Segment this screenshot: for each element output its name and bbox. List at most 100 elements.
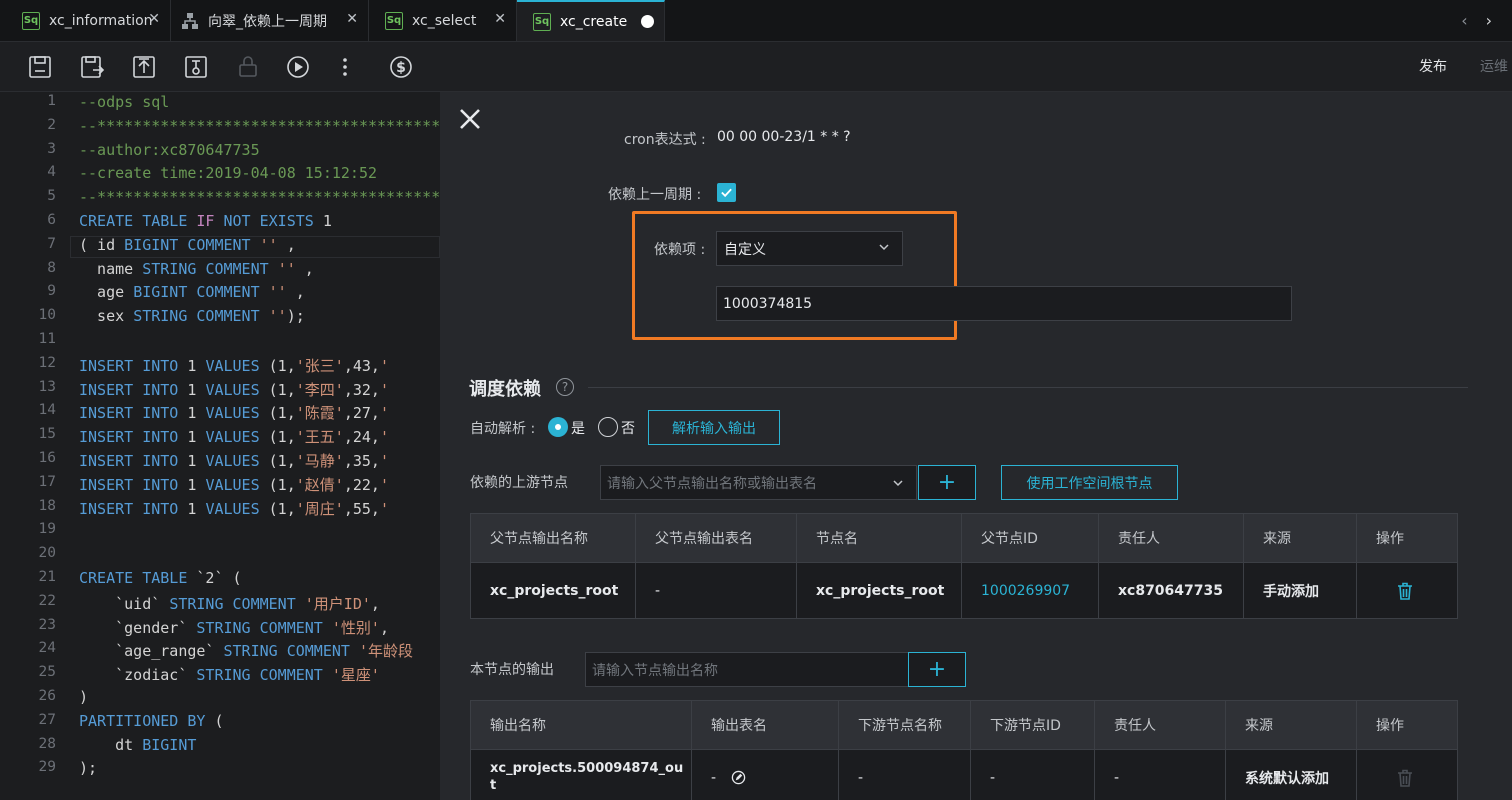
parse-io-button[interactable]: 解析输入输出 xyxy=(648,410,780,445)
line-number: 29 xyxy=(38,759,56,776)
submit-icon[interactable] xyxy=(131,54,157,80)
parent-output-name: xc_projects_root xyxy=(470,562,636,619)
code-line: INSERT INTO 1 VALUES (1,'李四',32,' xyxy=(79,380,389,399)
code-line: --create time:2019-04-08 15:12:52 xyxy=(79,164,378,183)
help-icon[interactable]: ? xyxy=(556,378,574,396)
column-header: 输出表名 xyxy=(691,700,839,750)
dependency-select[interactable]: 自定义 xyxy=(716,231,903,266)
cron-value: 00 00 00-23/1 * * ? xyxy=(717,129,851,145)
column-header: 责任人 xyxy=(1094,700,1226,750)
add-output-button[interactable]: + xyxy=(908,652,966,687)
line-number: 28 xyxy=(38,735,56,752)
unsaved-dot-icon[interactable] xyxy=(641,15,654,28)
node-name: xc_projects_root xyxy=(796,562,962,619)
line-number: 25 xyxy=(38,664,56,681)
column-header: 下游节点名称 xyxy=(838,700,971,750)
dependency-select-value: 自定义 xyxy=(724,241,766,258)
code-line: `age_range` STRING COMMENT '年龄段 xyxy=(79,642,413,661)
svg-text:$: $ xyxy=(396,60,406,76)
code-line: PARTITIONED BY ( xyxy=(79,711,224,730)
code-line: INSERT INTO 1 VALUES (1,'赵倩',22,' xyxy=(79,475,389,494)
save-icon[interactable] xyxy=(27,54,53,80)
chevron-right-icon[interactable]: › xyxy=(1486,11,1492,30)
save-as-icon[interactable] xyxy=(79,54,105,80)
line-number: 4 xyxy=(47,164,56,181)
close-icon[interactable]: ✕ xyxy=(148,11,160,27)
code-line: --author:xc870647735 xyxy=(79,140,260,159)
ops-button[interactable]: 运维 xyxy=(1480,56,1508,76)
output-table-name: - xyxy=(711,769,717,786)
line-number: 24 xyxy=(38,640,56,657)
parent-node-id-link[interactable]: 1000269907 xyxy=(961,562,1099,619)
code-line: ); xyxy=(79,759,98,778)
line-number: 27 xyxy=(38,711,56,728)
line-number: 18 xyxy=(38,497,56,514)
upstream-search-input[interactable]: 请输入父节点输出名称或输出表名 xyxy=(600,465,917,500)
check-icon xyxy=(721,188,732,198)
output-label: 本节点的输出 xyxy=(470,662,554,678)
code-line: age BIGINT COMMENT '' , xyxy=(79,283,305,302)
close-icon[interactable] xyxy=(456,105,484,133)
code-line: sex STRING COMMENT ''); xyxy=(79,307,305,326)
add-upstream-button[interactable]: + xyxy=(918,465,976,500)
tab-label: xc_create xyxy=(560,13,628,30)
table-header-row: 输出名称 输出表名 下游节点名称 下游节点ID 责任人 来源 操作 xyxy=(470,700,1458,750)
more-icon[interactable] xyxy=(332,54,358,80)
line-number: 13 xyxy=(38,378,56,395)
edit-icon[interactable] xyxy=(731,770,746,785)
code-line: INSERT INTO 1 VALUES (1,'马静',35,' xyxy=(79,452,389,470)
dependency-label: 依赖项 : xyxy=(654,242,706,258)
line-number: 19 xyxy=(38,521,56,538)
tab-xc-information[interactable]: Sq xc_information ✕ xyxy=(6,0,171,41)
line-number: 7 xyxy=(47,235,56,252)
steal-lock-icon[interactable] xyxy=(183,54,209,80)
column-header: 责任人 xyxy=(1098,513,1244,563)
code-line: INSERT INTO 1 VALUES (1,'周庄',55,' xyxy=(79,499,389,518)
chevron-left-icon[interactable]: ‹ xyxy=(1461,11,1467,30)
code-line: --**************************************… xyxy=(79,116,440,135)
publish-button[interactable]: 发布 xyxy=(1419,56,1447,76)
column-header: 操作 xyxy=(1356,700,1458,750)
code-line: ( id BIGINT COMMENT '' , xyxy=(79,235,296,254)
output-name-input[interactable]: 请输入节点输出名称 xyxy=(585,652,909,687)
line-number: 10 xyxy=(38,307,56,324)
close-icon[interactable]: ✕ xyxy=(346,11,358,27)
upstream-placeholder: 请输入父节点输出名称或输出表名 xyxy=(607,475,817,492)
delete-icon[interactable] xyxy=(1396,581,1414,601)
output-placeholder: 请输入节点输出名称 xyxy=(592,662,718,679)
prev-cycle-label: 依赖上一周期 : xyxy=(608,187,702,203)
owner: - xyxy=(1094,749,1226,800)
code-line: `uid` STRING COMMENT '用户ID', xyxy=(79,594,380,613)
dependency-node-id-input[interactable]: 1000374815 xyxy=(716,286,1292,321)
tab-workflow[interactable]: 向翠_依赖上一周期 ✕ xyxy=(171,0,369,41)
prev-cycle-checkbox[interactable] xyxy=(717,183,736,202)
code-line: `gender` STRING COMMENT '性别', xyxy=(79,618,389,637)
line-number: 8 xyxy=(47,259,56,276)
radio-no[interactable] xyxy=(598,417,618,437)
cron-label: cron表达式 : xyxy=(624,132,706,148)
output-name: xc_projects.500094874_out xyxy=(470,749,692,800)
tab-xc-create[interactable]: Sq xc_create xyxy=(517,0,665,41)
chevron-down-icon xyxy=(879,244,889,251)
column-header: 操作 xyxy=(1356,513,1458,563)
source: 系统默认添加 xyxy=(1225,749,1357,800)
auto-parse-label: 自动解析 : xyxy=(470,421,536,437)
line-number: 14 xyxy=(38,402,56,419)
radio-yes[interactable] xyxy=(548,417,568,437)
tab-xc-select[interactable]: Sq xc_select ✕ xyxy=(369,0,517,41)
close-icon[interactable]: ✕ xyxy=(494,11,506,27)
use-root-node-button[interactable]: 使用工作空间根节点 xyxy=(1001,465,1178,500)
cost-estimate-icon[interactable]: $ xyxy=(388,54,414,80)
run-icon[interactable] xyxy=(285,54,311,80)
code-editor[interactable]: 1 --odps sql 2 --**************************… xyxy=(0,92,440,800)
line-number: 22 xyxy=(38,592,56,609)
table-header-row: 父节点输出名称 父节点输出表名 节点名 父节点ID 责任人 来源 操作 xyxy=(470,513,1458,563)
line-number: 3 xyxy=(47,140,56,157)
scheduling-config-panel: cron表达式 : 00 00 00-23/1 * * ? 依赖上一周期 : 依… xyxy=(440,92,1512,800)
section-divider xyxy=(588,387,1468,388)
line-number: 2 xyxy=(47,116,56,133)
action-cell xyxy=(1356,749,1458,800)
sql-file-icon: Sq xyxy=(385,11,403,30)
workflow-icon xyxy=(181,12,199,30)
line-number: 9 xyxy=(47,283,56,300)
